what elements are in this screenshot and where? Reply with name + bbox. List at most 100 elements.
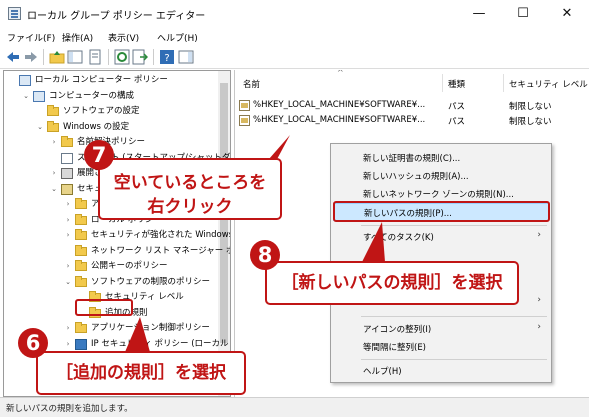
tree-item[interactable]: ネットワーク リスト マネージャー ポ <box>4 244 230 259</box>
gpedit-app-icon <box>8 7 21 20</box>
show-hide-tree-icon[interactable] <box>67 49 83 65</box>
highlight-new-path-rule <box>333 201 550 222</box>
table-row[interactable]: %HKEY_LOCAL_MACHINE¥SOFTWARE¥... パス 制限しな… <box>235 98 589 113</box>
locked-folder-icon <box>75 198 87 209</box>
show-hide-action-pane-icon[interactable] <box>178 49 194 65</box>
sort-indicator-icon: ^ <box>337 70 344 77</box>
toolbar: ? <box>0 46 589 69</box>
ip-security-icon <box>75 338 87 350</box>
callout-step-8: ［新しいパスの規則］を選択 <box>265 261 519 305</box>
menu-action[interactable]: 操作(A) <box>62 31 93 44</box>
tree-expand-chevron-icon[interactable]: ⌄ <box>50 182 58 197</box>
column-header-level[interactable]: セキュリティ レベル <box>509 78 588 90</box>
folder-icon <box>47 105 59 116</box>
folder-icon <box>75 260 87 271</box>
step-7-badge: 7 <box>84 140 114 170</box>
menu-new-certificate-rule[interactable]: 新しい証明書の規則(C)... <box>333 149 549 167</box>
rule-icon <box>239 100 250 111</box>
menu-bar: ファイル(F) 操作(A) 表示(V) ヘルプ(H) <box>0 28 589 46</box>
menu-new-hash-rule[interactable]: 新しいハッシュの規則(A)... <box>333 167 549 185</box>
status-bar: 新しいパスの規則を追加します。 <box>0 397 589 417</box>
toolbar-separator <box>153 49 154 65</box>
callout-step-7: 空いているところを 右クリック <box>98 158 282 220</box>
tree-expand-chevron-icon[interactable]: ⌄ <box>22 89 30 104</box>
column-header-name[interactable]: 名前 <box>243 78 260 90</box>
export-list-icon[interactable] <box>132 49 148 65</box>
row-name: %HKEY_LOCAL_MACHINE¥SOFTWARE¥... <box>253 115 426 125</box>
submenu-chevron-icon: › <box>537 230 541 240</box>
tree-item-label: セキュリティが強化された Windows <box>91 230 231 240</box>
tree-item-label: ローカル コンピューター ポリシー <box>35 75 168 85</box>
menu-help[interactable]: ヘルプ(H) <box>157 31 198 44</box>
row-level: 制限しない <box>509 102 552 112</box>
tree-item[interactable]: ⌄ ソフトウェアの制限のポリシー <box>4 275 218 290</box>
menu-file[interactable]: ファイル(F) <box>7 31 55 44</box>
computer-icon <box>19 75 31 86</box>
folder-icon <box>75 322 87 333</box>
printer-icon <box>61 168 73 179</box>
tree-expand-chevron-icon[interactable]: › <box>64 337 72 352</box>
column-divider[interactable] <box>503 74 504 92</box>
properties-icon[interactable] <box>87 49 103 65</box>
row-type: パス <box>448 117 466 127</box>
column-header-type[interactable]: 種類 <box>448 78 465 90</box>
highlight-additional-rules <box>75 299 133 316</box>
row-level: 制限しない <box>509 117 552 127</box>
menu-separator <box>361 316 547 317</box>
menu-separator <box>361 359 547 360</box>
rule-icon <box>239 115 250 126</box>
menu-arrange-icons[interactable]: アイコンの整列(I) › <box>333 320 549 338</box>
tree-expand-chevron-icon[interactable]: ⌄ <box>64 275 72 290</box>
tree-item-label: IP セキュリティ ポリシー (ローカル <box>91 338 229 349</box>
tree-expand-chevron-icon[interactable]: › <box>64 321 72 336</box>
tree-item[interactable]: › 公開キーのポリシー <box>4 259 218 274</box>
tree-item[interactable]: ⌄ コンピューターの構成 <box>4 89 218 104</box>
tree-item-label: ソフトウェアの設定 <box>63 106 140 116</box>
tree-item-label: Windows の設定 <box>63 121 130 132</box>
svg-text:?: ? <box>164 53 169 64</box>
tree-expand-chevron-icon[interactable]: ⌄ <box>36 120 44 135</box>
table-row[interactable]: %HKEY_LOCAL_MACHINE¥SOFTWARE¥... パス 制限しな… <box>235 113 589 128</box>
menu-help-item[interactable]: ヘルプ(H) <box>333 362 549 380</box>
submenu-chevron-icon: › <box>537 322 541 332</box>
tree-item[interactable]: › セキュリティが強化された Windows <box>4 228 230 243</box>
tree-expand-chevron-icon[interactable]: › <box>50 135 58 150</box>
close-button[interactable]: ✕ <box>545 0 589 28</box>
tree-expand-chevron-icon[interactable]: › <box>64 197 72 212</box>
toolbar-separator <box>43 49 44 65</box>
help-icon[interactable]: ? <box>159 49 175 65</box>
column-divider[interactable] <box>442 74 443 92</box>
menu-all-tasks[interactable]: すべてのタスク(K) › <box>333 228 549 246</box>
forward-arrow-icon[interactable] <box>23 49 39 65</box>
folder-icon <box>75 275 87 287</box>
toolbar-separator <box>108 49 109 65</box>
folder-icon <box>75 244 87 256</box>
tree-item[interactable]: ⌄ Windows の設定 <box>4 120 218 135</box>
tree-expand-chevron-icon[interactable]: › <box>50 166 58 181</box>
tree-item[interactable]: ローカル コンピューター ポリシー <box>4 73 218 88</box>
script-icon <box>61 152 73 164</box>
maximize-button[interactable]: ☐ <box>501 0 545 28</box>
minimize-button[interactable]: — <box>457 0 501 28</box>
submenu-chevron-icon: › <box>537 295 541 305</box>
tree-item-label: ネットワーク リスト マネージャー ポ <box>91 245 231 256</box>
menu-line-up-icons[interactable]: 等間隔に整列(E) <box>333 338 549 356</box>
tree-item-label: 公開キーのポリシー <box>91 261 168 271</box>
tree-expand-chevron-icon[interactable]: › <box>64 259 72 274</box>
back-arrow-icon[interactable] <box>5 49 21 65</box>
locked-folder-icon <box>75 213 87 225</box>
window-title: ローカル グループ ポリシー エディター <box>27 11 206 22</box>
security-settings-icon <box>61 183 73 195</box>
tree-item-label: ソフトウェアの制限のポリシー <box>91 276 211 287</box>
row-type: パス <box>448 102 466 112</box>
status-text: 新しいパスの規則を追加します。 <box>6 404 133 414</box>
up-folder-icon[interactable] <box>49 49 65 65</box>
refresh-icon[interactable] <box>114 49 130 65</box>
menu-view[interactable]: 表示(V) <box>108 31 139 44</box>
tree-item[interactable]: ソフトウェアの設定 <box>4 104 218 119</box>
step-8-badge: 8 <box>250 240 280 270</box>
title-bar: ローカル グループ ポリシー エディター — ☐ ✕ <box>0 0 589 28</box>
tree-expand-chevron-icon[interactable]: › <box>64 228 72 243</box>
tree-expand-chevron-icon[interactable]: › <box>64 213 72 228</box>
menu-separator <box>361 225 547 226</box>
